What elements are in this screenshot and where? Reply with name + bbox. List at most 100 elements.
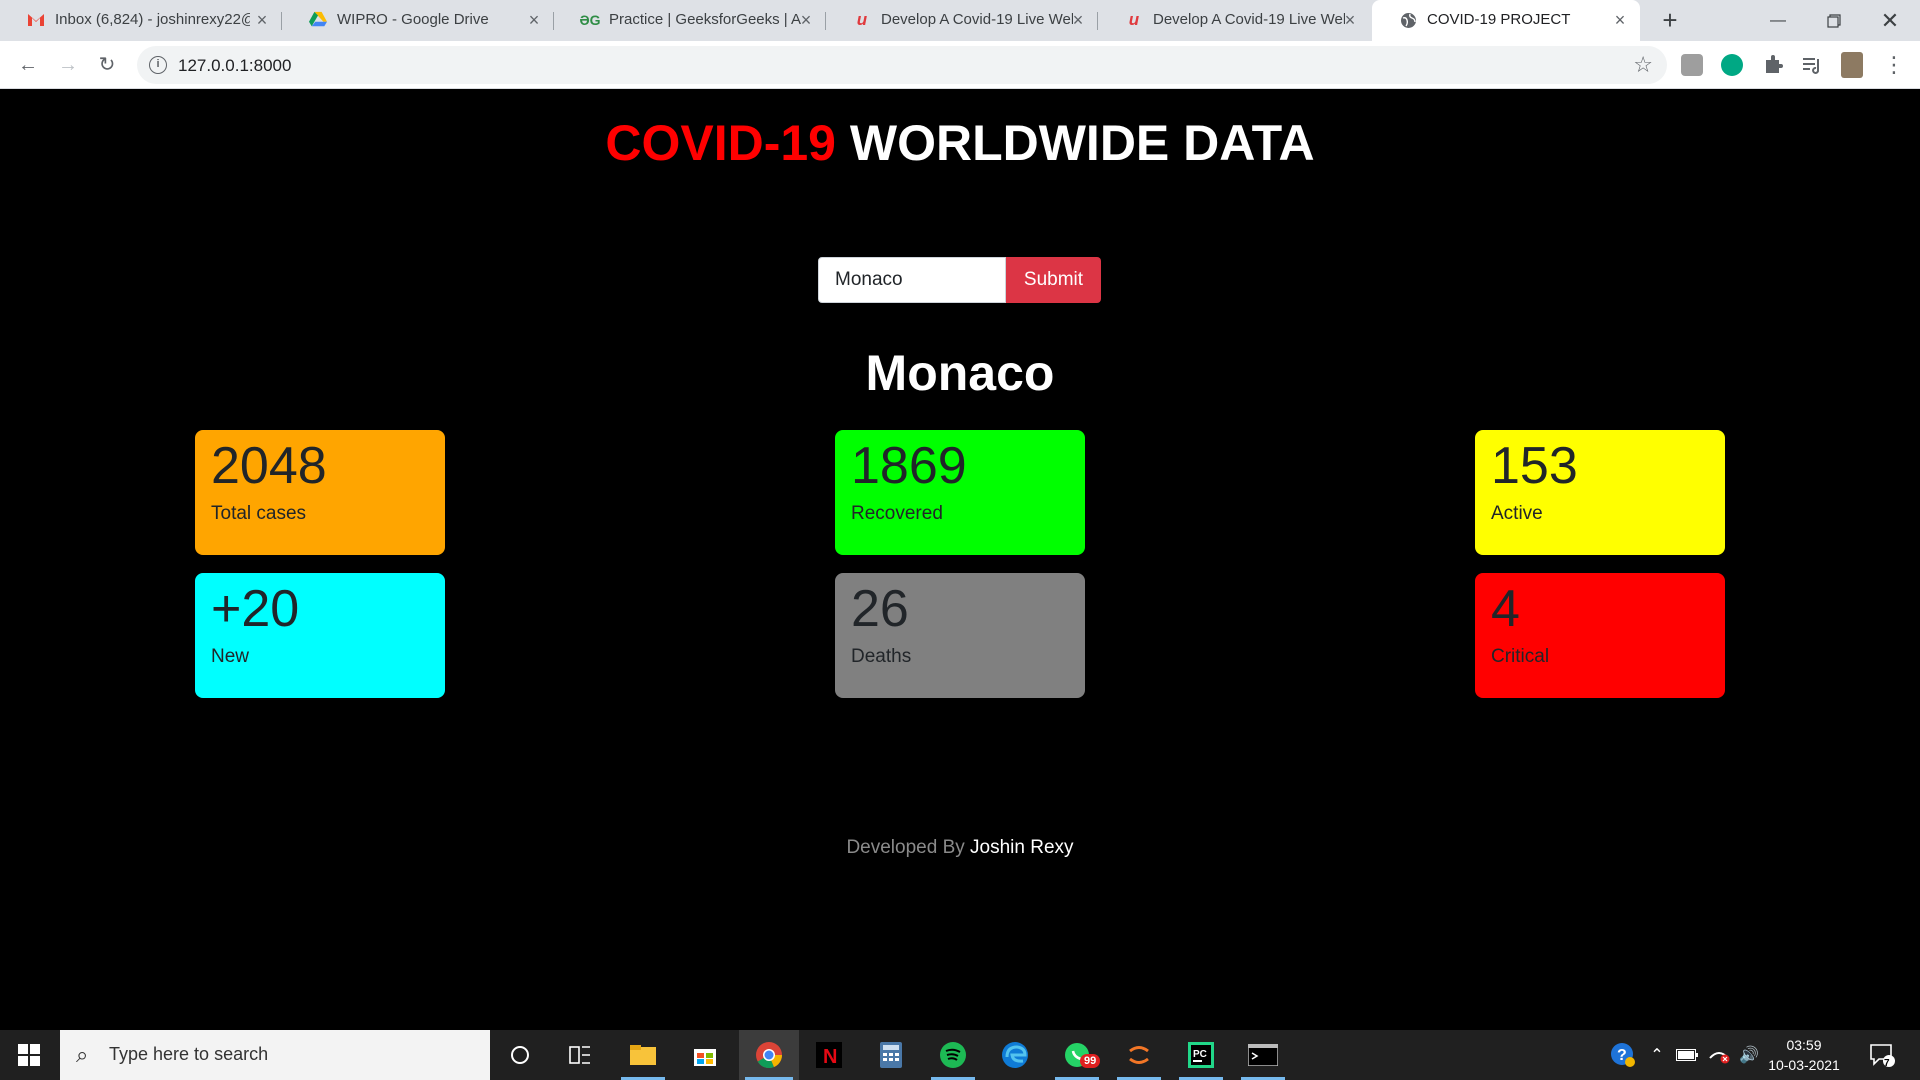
tab-google-drive[interactable]: WIPRO - Google Drive × bbox=[282, 0, 554, 41]
cortana-icon[interactable] bbox=[492, 1030, 548, 1080]
task-view-icon[interactable] bbox=[552, 1030, 608, 1080]
battery-icon[interactable] bbox=[1672, 1030, 1702, 1080]
back-icon[interactable]: ← bbox=[14, 51, 42, 79]
submit-button[interactable]: Submit bbox=[1006, 257, 1101, 303]
spotify-icon[interactable] bbox=[925, 1030, 981, 1080]
browser-toolbar: ← → ↻ i 127.0.0.1:8000 ☆ ⋮ bbox=[0, 41, 1920, 89]
notification-badge: 99 bbox=[1080, 1054, 1101, 1068]
tab-title: WIPRO - Google Drive bbox=[337, 11, 489, 28]
tab-title: Develop A Covid-19 Live Wel bbox=[1153, 11, 1345, 28]
close-icon[interactable]: × bbox=[252, 9, 272, 31]
clock-date: 10-03-2021 bbox=[1768, 1057, 1840, 1073]
stat-label: Deaths bbox=[851, 646, 912, 667]
geeksforgeeks-icon: ƏG bbox=[579, 12, 601, 28]
stat-value: 2048 bbox=[211, 437, 327, 495]
file-explorer-icon[interactable] bbox=[615, 1030, 671, 1080]
menu-dots-icon[interactable]: ⋮ bbox=[1880, 51, 1908, 79]
close-icon[interactable]: × bbox=[1340, 9, 1360, 31]
close-icon[interactable]: × bbox=[524, 9, 544, 31]
calculator-icon[interactable] bbox=[863, 1030, 919, 1080]
title-rest: WORLDWIDE DATA bbox=[849, 115, 1315, 171]
restore-icon[interactable] bbox=[1806, 0, 1862, 41]
stat-label: New bbox=[211, 646, 250, 667]
stat-value: 4 bbox=[1491, 580, 1520, 638]
search-icon: ⌕ bbox=[76, 1042, 89, 1067]
new-tab-button[interactable]: + bbox=[1656, 6, 1684, 34]
tab-covid-project[interactable]: COVID-19 PROJECT × bbox=[1372, 0, 1640, 41]
close-icon[interactable]: × bbox=[796, 9, 816, 31]
jupyter-icon[interactable] bbox=[1111, 1030, 1167, 1080]
windows-start-icon[interactable] bbox=[0, 1030, 58, 1080]
clock-time: 03:59 bbox=[1786, 1037, 1822, 1053]
stat-value: +20 bbox=[211, 580, 300, 638]
footer-credit: Developed By Joshin Rexy bbox=[0, 837, 1920, 859]
country-heading: Monaco bbox=[865, 345, 1055, 401]
stat-card-total-cases: 2048 Total cases bbox=[195, 430, 445, 555]
volume-icon[interactable]: 🔊 bbox=[1736, 1030, 1762, 1080]
microsoft-store-icon[interactable] bbox=[677, 1030, 733, 1080]
reload-icon[interactable]: ↻ bbox=[93, 51, 121, 79]
close-icon[interactable]: × bbox=[1068, 9, 1088, 31]
help-icon[interactable]: ? bbox=[1604, 1030, 1642, 1080]
stat-card-active: 153 Active bbox=[1475, 430, 1725, 555]
media-control-icon[interactable] bbox=[1801, 54, 1823, 76]
stat-label: Total cases bbox=[211, 503, 307, 524]
extension-icon[interactable] bbox=[1681, 54, 1703, 76]
tab-title: COVID-19 PROJECT bbox=[1427, 11, 1571, 28]
country-search-input[interactable] bbox=[818, 257, 1006, 303]
tab-gmail[interactable]: Inbox (6,824) - joshinrexy22@ × bbox=[0, 0, 282, 41]
footer-prefix: Developed By bbox=[846, 837, 965, 858]
notification-center-icon[interactable]: 7 bbox=[1862, 1030, 1902, 1080]
stat-label: Recovered bbox=[851, 503, 943, 524]
stat-card-critical: 4 Critical bbox=[1475, 573, 1725, 698]
udemy-icon: u bbox=[1128, 10, 1140, 29]
tab-title: Develop A Covid-19 Live Wel bbox=[881, 11, 1073, 28]
bookmark-star-icon[interactable]: ☆ bbox=[1633, 52, 1653, 78]
system-clock[interactable]: 03:59 10-03-2021 bbox=[1760, 1035, 1848, 1075]
tab-title: Practice | GeeksforGeeks | A c bbox=[609, 11, 804, 28]
close-icon[interactable]: × bbox=[1610, 9, 1630, 31]
page-title: COVID-19 WORLDWIDE DATA bbox=[0, 114, 1920, 172]
puzzle-extensions-icon[interactable] bbox=[1762, 54, 1784, 76]
terminal-icon[interactable] bbox=[1235, 1030, 1291, 1080]
taskbar-search-box[interactable]: ⌕ Type here to search bbox=[60, 1030, 490, 1080]
network-icon[interactable] bbox=[1704, 1030, 1734, 1080]
windows-taskbar: ⌕ Type here to search N 99 PC ? ⌃ 🔊 03:5… bbox=[0, 1030, 1920, 1080]
svg-text:PC: PC bbox=[1193, 1049, 1207, 1060]
tab-geeksforgeeks[interactable]: ƏG Practice | GeeksforGeeks | A c × bbox=[554, 0, 826, 41]
whatsapp-icon[interactable]: 99 bbox=[1049, 1030, 1105, 1080]
netflix-icon[interactable]: N bbox=[801, 1030, 857, 1080]
info-icon[interactable]: i bbox=[149, 56, 167, 74]
google-drive-icon bbox=[309, 11, 327, 29]
tab-title: Inbox (6,824) - joshinrexy22@ bbox=[55, 11, 250, 28]
forward-icon[interactable]: → bbox=[54, 51, 82, 79]
tab-udemy-1[interactable]: u Develop A Covid-19 Live Wel × bbox=[826, 0, 1098, 41]
footer-author: Joshin Rexy bbox=[970, 837, 1074, 858]
stat-label: Critical bbox=[1491, 646, 1550, 667]
stat-card-new: +20 New bbox=[195, 573, 445, 698]
gmail-icon bbox=[27, 11, 45, 29]
chevron-up-icon[interactable]: ⌃ bbox=[1644, 1030, 1670, 1080]
edge-icon[interactable] bbox=[987, 1030, 1043, 1080]
profile-avatar[interactable] bbox=[1841, 52, 1863, 78]
browser-tabstrip: Inbox (6,824) - joshinrexy22@ × WIPRO - … bbox=[0, 0, 1920, 41]
stat-card-deaths: 26 Deaths bbox=[835, 573, 1085, 698]
search-placeholder: Type here to search bbox=[109, 1044, 269, 1064]
udemy-icon: u bbox=[856, 10, 868, 29]
page-content: COVID-19 WORLDWIDE DATA Submit Monaco 20… bbox=[0, 89, 1920, 1030]
address-bar[interactable]: i 127.0.0.1:8000 ☆ bbox=[137, 46, 1667, 84]
minimize-icon[interactable]: — bbox=[1750, 0, 1806, 41]
chrome-icon[interactable] bbox=[739, 1030, 799, 1080]
stat-card-recovered: 1869 Recovered bbox=[835, 430, 1085, 555]
notification-count: 7 bbox=[1884, 1058, 1890, 1069]
stat-label: Active bbox=[1491, 503, 1543, 524]
close-window-icon[interactable]: ✕ bbox=[1862, 0, 1918, 41]
url-text[interactable]: 127.0.0.1:8000 bbox=[178, 56, 291, 76]
stat-value: 1869 bbox=[851, 437, 967, 495]
title-highlight: COVID-19 bbox=[605, 115, 836, 171]
globe-icon bbox=[1399, 11, 1417, 29]
stat-value: 153 bbox=[1491, 437, 1578, 495]
grammarly-icon[interactable] bbox=[1721, 54, 1743, 76]
tab-udemy-2[interactable]: u Develop A Covid-19 Live Wel × bbox=[1098, 0, 1370, 41]
pycharm-icon[interactable]: PC bbox=[1173, 1030, 1229, 1080]
